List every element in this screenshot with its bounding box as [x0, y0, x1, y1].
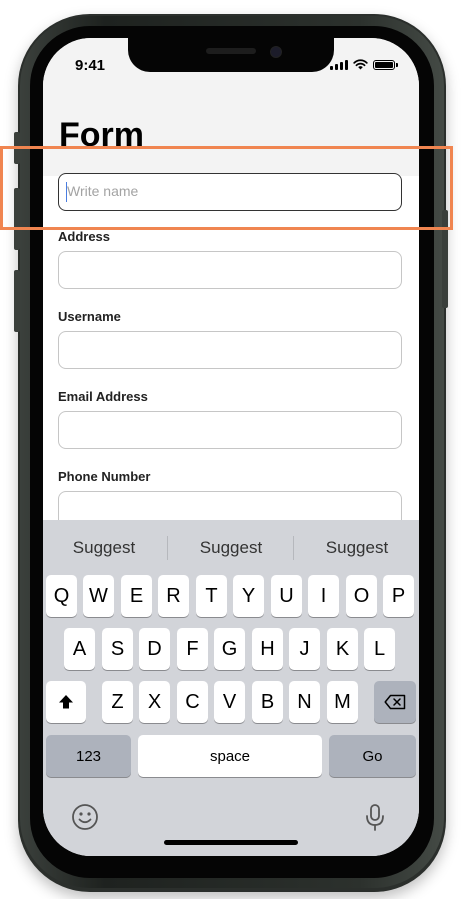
username-label: Username: [58, 309, 121, 324]
battery-icon: [373, 60, 398, 70]
key-x[interactable]: X: [139, 681, 170, 723]
key-f[interactable]: F: [177, 628, 208, 670]
shift-icon: [59, 695, 73, 709]
key-c[interactable]: C: [177, 681, 208, 723]
space-key[interactable]: space: [138, 735, 322, 777]
key-r[interactable]: R: [158, 575, 189, 617]
key-v[interactable]: V: [214, 681, 245, 723]
suggestion-divider: [293, 536, 294, 560]
key-o[interactable]: O: [346, 575, 377, 617]
phone-number-label: Phone Number: [58, 469, 151, 484]
key-d[interactable]: D: [139, 628, 170, 670]
focus-highlight-box: [0, 146, 453, 230]
volume-down-button: [14, 270, 20, 332]
email-address-field[interactable]: [58, 411, 402, 449]
key-t[interactable]: T: [196, 575, 227, 617]
key-g[interactable]: G: [214, 628, 245, 670]
key-w[interactable]: W: [83, 575, 114, 617]
address-field[interactable]: [58, 251, 402, 289]
status-time: 9:41: [75, 57, 106, 74]
key-h[interactable]: H: [252, 628, 283, 670]
delete-key[interactable]: [374, 681, 416, 723]
key-i[interactable]: I: [308, 575, 339, 617]
key-e[interactable]: E: [121, 575, 152, 617]
key-u[interactable]: U: [271, 575, 302, 617]
notch: [128, 38, 334, 72]
wifi-icon: [353, 59, 368, 70]
key-s[interactable]: S: [102, 628, 133, 670]
key-a[interactable]: A: [64, 628, 95, 670]
suggestion-1[interactable]: Suggest: [49, 538, 159, 558]
email-address-label: Email Address: [58, 389, 148, 404]
go-key[interactable]: Go: [329, 735, 416, 777]
key-b[interactable]: B: [252, 681, 283, 723]
key-j[interactable]: J: [289, 628, 320, 670]
emoji-icon[interactable]: [71, 803, 99, 831]
key-p[interactable]: P: [383, 575, 414, 617]
shift-key[interactable]: [46, 681, 86, 723]
key-m[interactable]: M: [327, 681, 358, 723]
key-z[interactable]: Z: [102, 681, 133, 723]
key-k[interactable]: K: [327, 628, 358, 670]
signal-icon: [330, 60, 348, 70]
suggestion-2[interactable]: Suggest: [176, 538, 286, 558]
address-label: Address: [58, 229, 111, 244]
microphone-icon[interactable]: [364, 803, 386, 833]
delete-icon: [384, 694, 406, 710]
username-field[interactable]: [58, 331, 402, 369]
suggestion-3[interactable]: Suggest: [302, 538, 412, 558]
keyboard: Suggest Suggest Suggest Q W E R T Y U I …: [43, 520, 419, 856]
front-camera: [270, 46, 282, 58]
speaker: [206, 48, 256, 54]
key-n[interactable]: N: [289, 681, 320, 723]
home-indicator: [164, 840, 298, 845]
key-l[interactable]: L: [364, 628, 395, 670]
key-q[interactable]: Q: [46, 575, 77, 617]
status-icons: [330, 59, 398, 70]
suggestion-divider: [167, 536, 168, 560]
key-y[interactable]: Y: [233, 575, 264, 617]
numbers-key[interactable]: 123: [46, 735, 131, 777]
